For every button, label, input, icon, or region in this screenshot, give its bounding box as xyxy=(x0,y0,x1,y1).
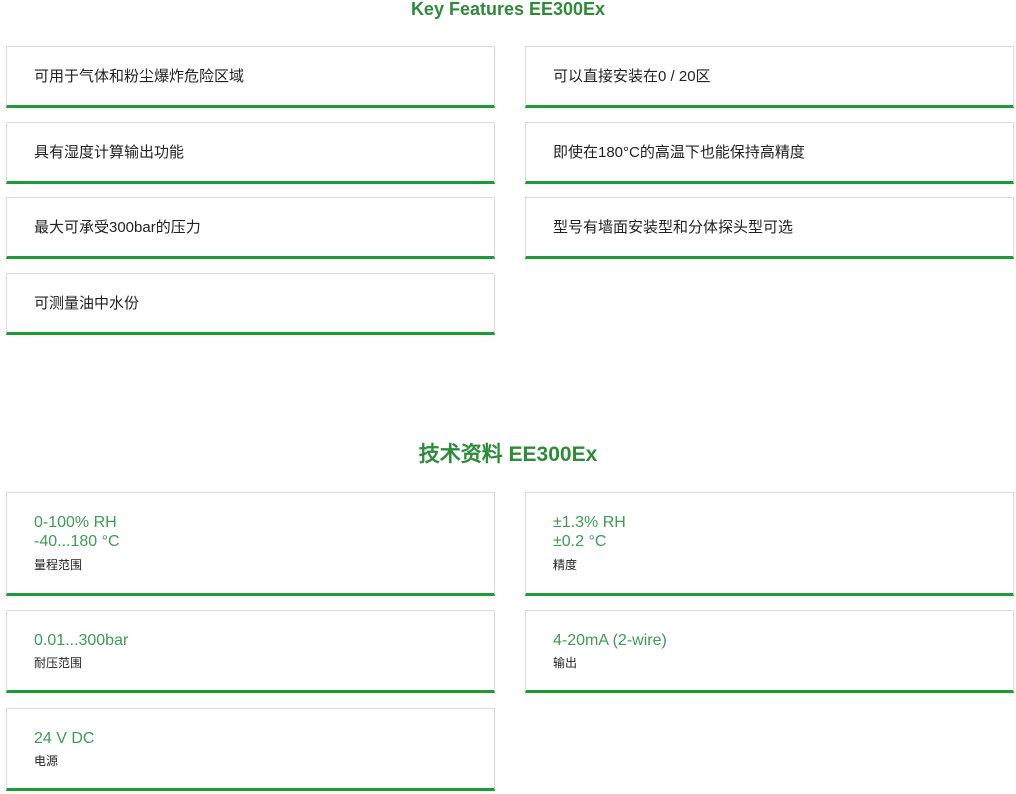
spec-label: 量程范围 xyxy=(34,558,83,572)
feature-text: 最大可承受300bar的压力 xyxy=(34,219,201,236)
feature-text: 可用于气体和粉尘爆炸危险区域 xyxy=(34,68,245,85)
feature-card: 即使在180°C的高温下也能保持高精度 xyxy=(525,122,1014,184)
spec-label: 电源 xyxy=(34,754,59,768)
spec-label: 耐压范围 xyxy=(34,656,83,670)
spec-value-line: ±1.3% RH xyxy=(553,514,626,531)
spec-card-power-supply: 24 V DC 电源 xyxy=(6,708,495,791)
feature-text: 即使在180°C的高温下也能保持高精度 xyxy=(553,144,805,161)
spec-value-line: ±0.2 °C xyxy=(553,533,607,550)
specs-section-title: 技术资料 EE300Ex xyxy=(418,443,598,466)
feature-card: 可用于气体和粉尘爆炸危险区域 xyxy=(6,46,495,108)
spec-value: ±1.3% RH ±0.2 °C xyxy=(553,513,626,551)
spec-label: 精度 xyxy=(553,558,578,572)
spec-value-line: -40...180 °C xyxy=(34,533,120,550)
spec-value-line: 4-20mA (2-wire) xyxy=(553,632,667,649)
feature-card: 具有湿度计算输出功能 xyxy=(6,122,495,184)
feature-card: 最大可承受300bar的压力 xyxy=(6,197,495,259)
spec-card-pressure-range: 0.01...300bar 耐压范围 xyxy=(6,610,495,693)
spec-card-accuracy: ±1.3% RH ±0.2 °C 精度 xyxy=(525,492,1014,596)
spec-value-line: 0-100% RH xyxy=(34,514,117,531)
spec-value: 24 V DC xyxy=(34,729,94,748)
spec-value: 0.01...300bar xyxy=(34,631,128,650)
spec-value-line: 0.01...300bar xyxy=(34,632,129,649)
feature-text: 具有湿度计算输出功能 xyxy=(34,144,185,161)
feature-text: 可测量油中水份 xyxy=(34,295,140,312)
feature-card: 型号有墙面安装型和分体探头型可选 xyxy=(525,197,1014,259)
spec-value: 0-100% RH -40...180 °C xyxy=(34,513,120,551)
feature-card: 可以直接安装在0 / 20区 xyxy=(525,46,1014,108)
feature-text: 可以直接安装在0 / 20区 xyxy=(553,68,711,85)
feature-card: 可测量油中水份 xyxy=(6,273,495,335)
feature-text: 型号有墙面安装型和分体探头型可选 xyxy=(553,219,794,236)
spec-value-line: 24 V DC xyxy=(34,730,95,747)
spec-label: 输出 xyxy=(553,656,578,670)
features-section-title: Key Features EE300Ex xyxy=(410,0,606,19)
spec-value: 4-20mA (2-wire) xyxy=(553,631,667,650)
spec-card-output: 4-20mA (2-wire) 输出 xyxy=(525,610,1014,693)
spec-card-measuring-range: 0-100% RH -40...180 °C 量程范围 xyxy=(6,492,495,596)
